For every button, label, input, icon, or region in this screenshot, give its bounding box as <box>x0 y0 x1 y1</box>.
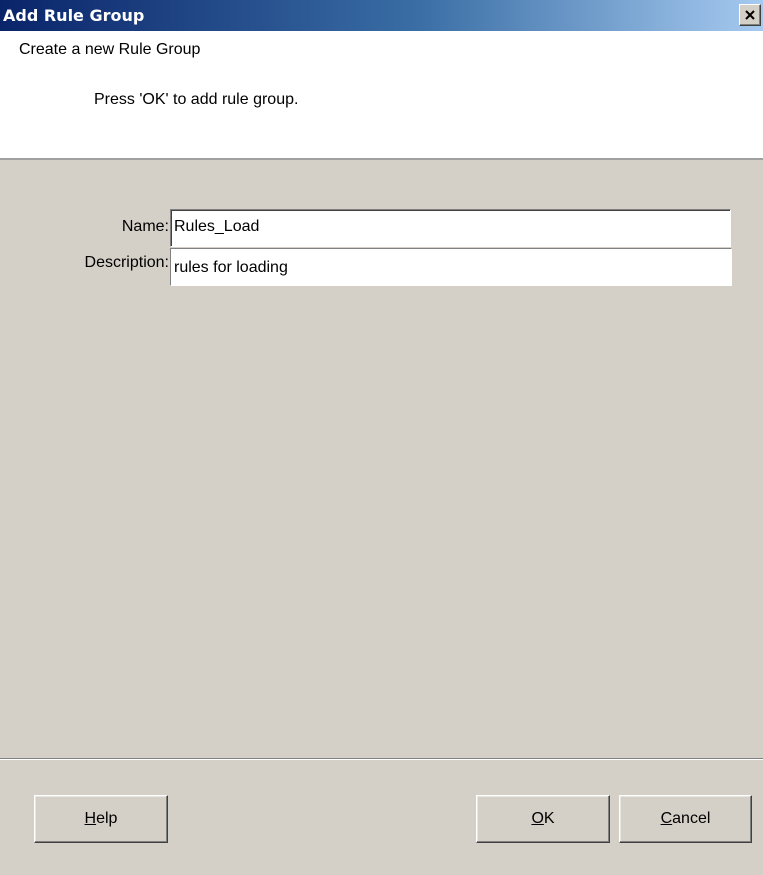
close-button[interactable] <box>739 4 761 26</box>
button-separator <box>0 758 763 760</box>
description-label: Description: <box>84 254 169 271</box>
ok-button[interactable]: OK <box>476 795 610 843</box>
description-field[interactable]: rules for loading <box>170 248 732 286</box>
name-field[interactable]: Rules_Load <box>170 209 731 247</box>
name-label: Name: <box>121 218 169 235</box>
help-label-rest: elp <box>96 810 118 827</box>
cancel-button[interactable]: Cancel <box>619 795 752 843</box>
help-button[interactable]: Help <box>34 795 168 843</box>
add-rule-group-dialog: Add Rule Group Create a new Rule Group P… <box>0 0 763 875</box>
title-bar[interactable]: Add Rule Group <box>0 0 763 31</box>
ok-label-rest: K <box>543 810 555 827</box>
window-title: Add Rule Group <box>3 6 145 25</box>
header-title: Create a new Rule Group <box>19 41 201 58</box>
close-icon <box>745 10 755 20</box>
cancel-label-rest: ancel <box>672 810 711 827</box>
help-mnemonic: H <box>84 810 97 827</box>
cancel-mnemonic: C <box>660 810 673 827</box>
ok-mnemonic: O <box>531 810 544 827</box>
header-instruction: Press 'OK' to add rule group. <box>94 91 299 108</box>
